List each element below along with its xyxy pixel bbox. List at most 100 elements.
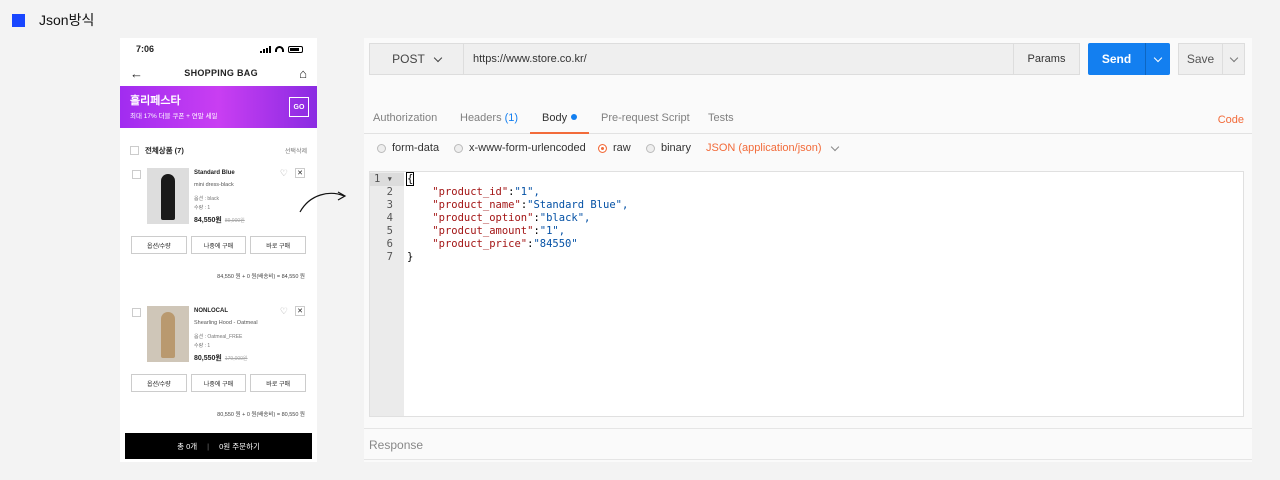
send-label: Send	[1101, 52, 1132, 66]
active-tab-indicator	[530, 132, 589, 134]
method-select[interactable]: POST	[370, 44, 464, 74]
line-number: 2	[386, 186, 393, 198]
back-arrow-icon[interactable]: ←	[130, 67, 143, 80]
product-image	[147, 306, 189, 362]
slide-title-text: Json방식	[39, 12, 95, 28]
buy-now-button[interactable]: 바로 구매	[250, 236, 307, 254]
content-type-label: JSON (application/json)	[706, 142, 822, 154]
item-total: 84,550 원 + 0 원(배송비) = 84,550 원	[217, 274, 305, 280]
product-option: 옵션 : black	[194, 196, 220, 202]
buy-later-button[interactable]: 나중에 구매	[190, 374, 247, 392]
item-checkbox[interactable]	[132, 170, 141, 179]
status-bar: 7:06	[120, 38, 317, 60]
line-number: 5	[386, 225, 393, 237]
code-line: "prodcut_amount":"1",	[432, 225, 566, 237]
modified-dot-icon	[571, 114, 578, 120]
product-qty: 수량 : 1	[194, 343, 211, 349]
params-button[interactable]: Params	[1013, 44, 1079, 74]
select-all-label: 전체상품 (7)	[145, 145, 184, 155]
code-link[interactable]: Code	[1218, 114, 1244, 126]
url-input[interactable]: https://www.store.co.kr/	[464, 44, 1013, 74]
tab-tests[interactable]: Tests	[708, 112, 734, 124]
radio-form-data[interactable]: form-data	[377, 142, 439, 154]
slide-title: Json방식	[12, 10, 94, 30]
send-button[interactable]: Send	[1088, 43, 1170, 75]
code-line: "product_price":"84550"	[432, 238, 578, 250]
product-name: NONLOCAL	[194, 308, 228, 314]
code-line: "product_id":"1",	[432, 186, 540, 198]
line-number: 4	[386, 212, 393, 224]
request-tabs: Authorization Headers (1) Body Pre-reque…	[364, 108, 1252, 134]
product-subtitle: mini dress-black	[194, 182, 234, 188]
wifi-icon	[275, 46, 284, 52]
save-dropdown[interactable]	[1222, 44, 1244, 74]
code-line: "product_option":"black",	[432, 212, 591, 224]
send-dropdown[interactable]	[1145, 43, 1170, 75]
select-all-checkbox[interactable]	[130, 145, 139, 155]
radio-raw[interactable]: raw	[598, 142, 631, 154]
promo-banner[interactable]: 홀리페스타 최대 17% 더블 쿠폰 + 연말 세일 GO	[120, 86, 317, 128]
option-qty-button[interactable]: 옵션/수량	[131, 374, 187, 392]
body-editor[interactable]: 1 ▾ 2 3 4 5 6 7 { "product_id":"1", "pro…	[369, 171, 1244, 417]
chevron-down-icon	[1153, 53, 1163, 62]
item-checkbox[interactable]	[132, 308, 141, 317]
radio-binary[interactable]: binary	[646, 142, 691, 154]
product-subtitle: Shearling Hood - Oatmeal	[194, 320, 258, 326]
radio-urlencoded[interactable]: x-www-form-urlencoded	[454, 142, 586, 154]
postman-window: POST https://www.store.co.kr/ Params Sen…	[364, 38, 1252, 462]
banner-go-button[interactable]: GO	[289, 97, 309, 117]
item-total: 80,550 원 + 0 원(배송비) = 80,550 원	[217, 412, 305, 418]
code-line: "product_name":"Standard Blue",	[432, 199, 629, 211]
tab-pre-request-script[interactable]: Pre-request Script	[601, 112, 690, 124]
save-button[interactable]: Save	[1178, 43, 1245, 75]
save-label: Save	[1186, 52, 1215, 66]
close-icon[interactable]: ✕	[295, 306, 305, 316]
cart-item: NONLOCAL Shearling Hood - Oatmeal 옵션 : O…	[126, 296, 311, 432]
tab-authorization[interactable]: Authorization	[373, 112, 437, 124]
curved-arrow-icon	[299, 191, 347, 213]
line-gutter: 1 ▾ 2 3 4 5 6 7	[370, 172, 404, 416]
line-number: 6	[386, 238, 393, 250]
status-time: 7:06	[136, 44, 155, 54]
order-separator: |	[207, 441, 210, 451]
content-type-select[interactable]: JSON (application/json)	[706, 142, 839, 154]
banner-title: 홀리페스타	[130, 95, 181, 107]
delete-selected-button[interactable]: 선택삭제	[285, 146, 307, 155]
chevron-down-icon	[1229, 53, 1238, 62]
close-icon[interactable]: ✕	[295, 168, 305, 178]
order-action: 0원 주문하기	[219, 441, 260, 451]
order-button[interactable]: 총 0개 | 0원 주문하기	[125, 433, 312, 459]
buy-later-button[interactable]: 나중에 구매	[190, 236, 247, 254]
line-number: 1 ▾	[370, 173, 404, 186]
product-option: 옵션 : Oatmeal_FREE	[194, 334, 243, 340]
code-line: {	[405, 172, 415, 186]
buy-now-button[interactable]: 바로 구매	[250, 374, 307, 392]
body-type-selector: form-data x-www-form-urlencoded raw bina…	[364, 136, 1244, 162]
headers-count: (1)	[504, 112, 519, 124]
option-qty-button[interactable]: 옵션/수량	[131, 236, 187, 254]
response-label: Response	[369, 438, 424, 452]
square-icon	[12, 13, 25, 27]
battery-icon	[288, 45, 303, 53]
code-line: }	[407, 251, 414, 263]
heart-icon[interactable]: ♡	[280, 306, 288, 317]
code-area[interactable]: { "product_id":"1", "product_name":"Stan…	[404, 172, 1243, 416]
original-price: 179,000원	[224, 356, 248, 362]
original-price: 89,000원	[224, 218, 245, 224]
signal-icon	[260, 45, 271, 53]
home-icon[interactable]: ⌂	[299, 67, 307, 80]
response-panel: Response	[364, 428, 1252, 460]
chevron-down-icon	[830, 142, 839, 151]
line-number: 3	[386, 199, 393, 211]
line-number: 7	[386, 251, 393, 263]
request-bar: POST https://www.store.co.kr/ Params	[369, 43, 1080, 75]
tab-body[interactable]: Body	[542, 112, 578, 124]
product-qty: 수량 : 1	[194, 205, 211, 211]
page-title: SHOPPING BAG	[184, 68, 258, 78]
product-price: 80,550원 179,000원	[194, 355, 248, 362]
product-price: 84,550원 89,000원	[194, 217, 245, 224]
phone-header: ← SHOPPING BAG ⌂	[120, 60, 317, 86]
tab-headers[interactable]: Headers (1)	[460, 112, 518, 124]
phone-mockup: 7:06 ← SHOPPING BAG ⌂ 홀리페스타 최대 17% 더블 쿠폰…	[120, 38, 317, 462]
heart-icon[interactable]: ♡	[280, 168, 288, 179]
